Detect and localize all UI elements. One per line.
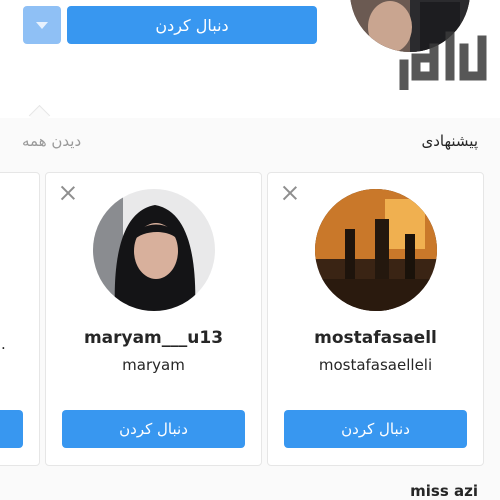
chevron-down-icon xyxy=(36,22,48,29)
suggestions-title: پیشنهادی xyxy=(421,132,478,150)
partial-card-text: . xyxy=(1,335,6,353)
suggestion-card: maryam___u13 maryam دنبال کردن xyxy=(45,172,262,466)
card-username[interactable]: maryam___u13 xyxy=(46,328,261,348)
avatar[interactable] xyxy=(315,189,437,311)
profile-header: دنبال کردن xyxy=(0,0,500,118)
follow-button-partial[interactable] xyxy=(0,410,23,448)
close-icon[interactable] xyxy=(60,185,76,201)
suggestion-card: mostafasaell mostafasaelleli دنبال کردن xyxy=(267,172,484,466)
follow-button[interactable]: دنبال کردن xyxy=(67,6,317,44)
follow-button[interactable]: دنبال کردن xyxy=(62,410,245,448)
next-profile-username[interactable]: miss azi xyxy=(410,482,478,500)
card-username[interactable]: mostafasaell xyxy=(268,328,483,348)
suggestions-dropdown-button[interactable] xyxy=(23,6,61,44)
watermark-logo xyxy=(399,31,487,90)
see-all-link[interactable]: دیدن همه xyxy=(22,132,81,150)
close-icon[interactable] xyxy=(282,185,298,201)
card-full-name: maryam xyxy=(122,356,185,374)
follow-button[interactable]: دنبال کردن xyxy=(284,410,467,448)
suggestion-card-partial: . xyxy=(0,172,40,466)
avatar[interactable] xyxy=(93,189,215,311)
card-full-name: mostafasaelleli xyxy=(318,356,433,374)
